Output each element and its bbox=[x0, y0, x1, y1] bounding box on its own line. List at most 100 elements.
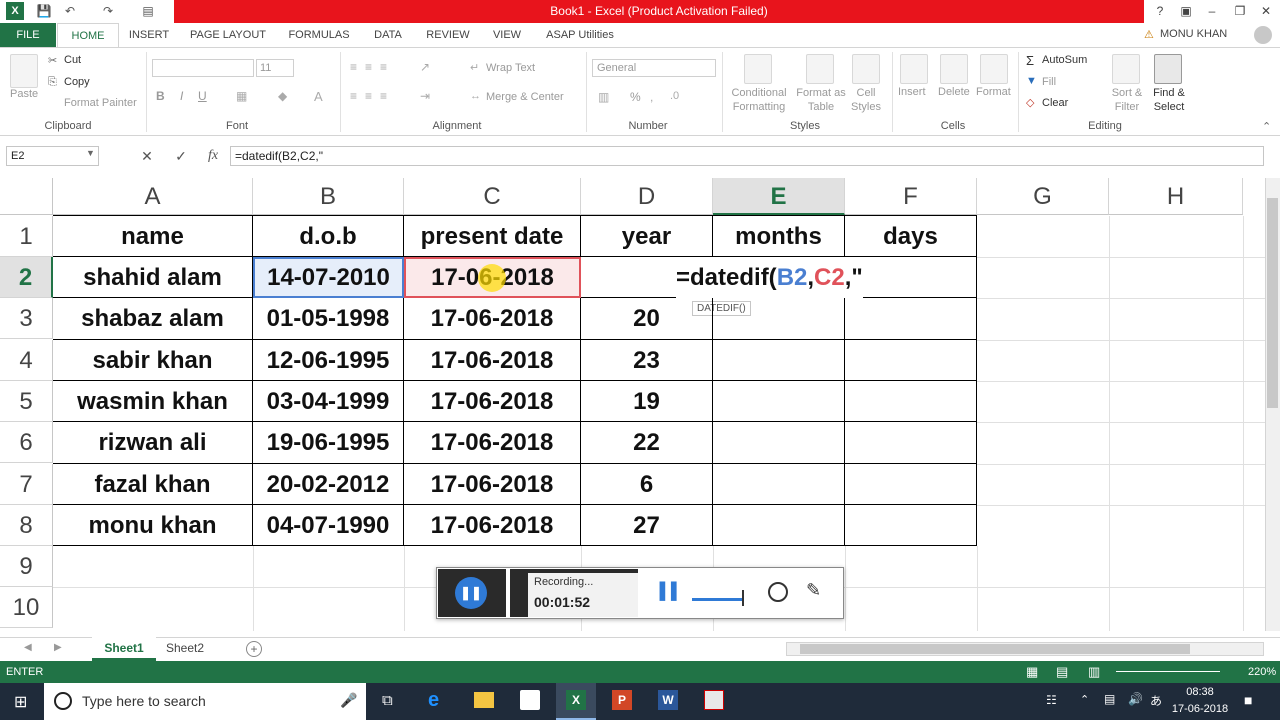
clear-button[interactable]: Clear bbox=[1042, 97, 1068, 109]
currency-icon[interactable]: ▥ bbox=[598, 90, 609, 104]
table-cell-months[interactable] bbox=[713, 340, 845, 381]
number-format-select[interactable]: General bbox=[592, 59, 716, 77]
store-icon[interactable] bbox=[520, 690, 540, 710]
fill-button[interactable]: Fill bbox=[1042, 76, 1056, 88]
wrap-text-button[interactable]: Wrap Text bbox=[486, 62, 535, 74]
pause-button[interactable]: ❚❚ bbox=[455, 577, 487, 609]
table-cell-name[interactable]: wasmin khan bbox=[53, 381, 253, 422]
table-cell-year[interactable]: 27 bbox=[581, 505, 713, 546]
tab-formulas[interactable]: FORMULAS bbox=[284, 23, 354, 47]
row-header-3[interactable]: 3 bbox=[0, 298, 53, 339]
tray-expand-icon[interactable]: ⌃ bbox=[1080, 693, 1089, 706]
column-header-f[interactable]: F bbox=[845, 178, 977, 215]
row-header-10[interactable]: 10 bbox=[0, 587, 53, 628]
taskbar-time[interactable]: 08:38 bbox=[1172, 686, 1228, 698]
row-header-9[interactable]: 9 bbox=[0, 546, 53, 587]
table-cell-year[interactable]: 23 bbox=[581, 340, 713, 381]
orientation-icon[interactable]: ↗ bbox=[420, 60, 430, 74]
row-header-1[interactable]: 1 bbox=[0, 216, 53, 257]
table-cell-name[interactable]: fazal khan bbox=[53, 464, 253, 505]
paste-icon[interactable] bbox=[10, 54, 38, 88]
name-box-dropdown-icon[interactable]: ▼ bbox=[86, 148, 95, 158]
header-cell-present-date[interactable]: present date bbox=[404, 216, 581, 257]
merge-center-button[interactable]: Merge & Center bbox=[486, 91, 564, 103]
tab-insert[interactable]: INSERT bbox=[124, 23, 174, 47]
task-view-icon[interactable]: ⧉ bbox=[382, 692, 393, 709]
add-sheet-icon[interactable]: + bbox=[246, 641, 262, 657]
bold-button[interactable]: B bbox=[156, 89, 165, 103]
fill-color-icon[interactable]: ◆ bbox=[278, 89, 287, 103]
page-break-view-icon[interactable]: ▥ bbox=[1088, 664, 1100, 680]
tab-view[interactable]: VIEW bbox=[488, 23, 526, 47]
undo-icon[interactable]: ↶ bbox=[62, 3, 78, 19]
column-header-a[interactable]: A bbox=[53, 178, 253, 215]
row-header-2[interactable]: 2 bbox=[0, 257, 53, 298]
table-cell-dob[interactable]: 03-04-1999 bbox=[253, 381, 404, 422]
table-cell-name[interactable]: monu khan bbox=[53, 505, 253, 546]
table-cell-days[interactable] bbox=[845, 381, 977, 422]
column-header-e[interactable]: E bbox=[713, 178, 845, 215]
redo-icon[interactable]: ↷ bbox=[100, 3, 116, 19]
sort-filter-button[interactable]: Sort & Filter bbox=[1104, 86, 1150, 114]
decimal-icon[interactable]: .0 bbox=[670, 90, 679, 102]
next-sheet-icon[interactable]: ▶ bbox=[54, 642, 62, 653]
table-cell-months[interactable] bbox=[713, 298, 845, 340]
comma-icon[interactable]: , bbox=[650, 90, 653, 104]
powerpoint-icon[interactable]: P bbox=[612, 690, 632, 710]
table-cell-present[interactable]: 17-06-2018 bbox=[404, 505, 581, 546]
language-icon[interactable]: あ bbox=[1150, 692, 1162, 709]
collapse-ribbon-icon[interactable]: ⌃ bbox=[1262, 120, 1271, 133]
table-cell-days[interactable] bbox=[845, 422, 977, 464]
delete-cells-icon[interactable] bbox=[940, 54, 968, 84]
horizontal-scroll-thumb[interactable] bbox=[800, 644, 1190, 654]
app-icon[interactable] bbox=[704, 690, 724, 710]
table-cell-dob[interactable]: 12-06-1995 bbox=[253, 340, 404, 381]
table-cell-name[interactable]: shabaz alam bbox=[53, 298, 253, 340]
insert-function-button[interactable]: fx bbox=[202, 146, 224, 166]
table-cell-year[interactable]: 20 bbox=[581, 298, 713, 340]
table-cell-dob[interactable]: 19-06-1995 bbox=[253, 422, 404, 464]
tab-asap-utilities[interactable]: ASAP Utilities bbox=[540, 23, 620, 47]
microphone-icon[interactable]: 🎤 bbox=[340, 692, 357, 709]
webcam-icon[interactable] bbox=[768, 582, 788, 602]
row-header-5[interactable]: 5 bbox=[0, 381, 53, 422]
column-header-d[interactable]: D bbox=[581, 178, 713, 215]
tab-home[interactable]: HOME bbox=[57, 23, 119, 47]
percent-button[interactable]: % bbox=[630, 90, 641, 104]
excel-icon[interactable]: X bbox=[566, 690, 586, 710]
cancel-entry-button[interactable]: ✕ bbox=[136, 146, 158, 166]
sheet-tab-sheet1[interactable]: Sheet1 bbox=[92, 637, 156, 661]
people-icon[interactable]: ☷ bbox=[1046, 693, 1057, 707]
audio-level-icon[interactable]: ▐▐ bbox=[654, 583, 677, 601]
format-table-icon[interactable] bbox=[806, 54, 834, 84]
header-cell-days[interactable]: days bbox=[845, 216, 977, 257]
column-header-c[interactable]: C bbox=[404, 178, 581, 215]
table-cell-present[interactable]: 17-06-2018 bbox=[404, 381, 581, 422]
tab-file[interactable]: FILE bbox=[0, 23, 56, 47]
column-header-g[interactable]: G bbox=[977, 178, 1109, 215]
tab-review[interactable]: REVIEW bbox=[422, 23, 474, 47]
word-icon[interactable]: W bbox=[658, 690, 678, 710]
borders-icon[interactable]: ▦ bbox=[236, 89, 247, 103]
find-select-button[interactable]: Find & Select bbox=[1146, 86, 1192, 114]
table-cell-dob-ref[interactable]: 14-07-2010 bbox=[253, 257, 404, 298]
table-cell-months[interactable] bbox=[713, 505, 845, 546]
table-cell-year[interactable]: 19 bbox=[581, 381, 713, 422]
insert-cells-button[interactable]: Insert bbox=[898, 86, 926, 98]
copy-button[interactable]: Copy bbox=[64, 76, 90, 88]
sort-filter-icon[interactable] bbox=[1112, 54, 1140, 84]
font-color-icon[interactable]: A bbox=[314, 89, 323, 104]
column-header-h[interactable]: H bbox=[1109, 178, 1243, 215]
formula-input[interactable]: =datedif(B2,C2," bbox=[230, 146, 1264, 166]
table-cell-dob[interactable]: 01-05-1998 bbox=[253, 298, 404, 340]
table-cell-days[interactable] bbox=[845, 464, 977, 505]
confirm-entry-button[interactable]: ✓ bbox=[170, 146, 192, 166]
delete-cells-button[interactable]: Delete bbox=[938, 86, 970, 98]
user-name[interactable]: MONU KHAN bbox=[1160, 28, 1227, 40]
table-cell-months[interactable] bbox=[713, 381, 845, 422]
vertical-align-icons[interactable]: ≡≡≡ bbox=[350, 60, 395, 74]
save-icon[interactable]: 💾 bbox=[36, 3, 52, 19]
header-cell-year[interactable]: year bbox=[581, 216, 713, 257]
avatar[interactable] bbox=[1254, 26, 1272, 44]
help-button[interactable]: ? bbox=[1146, 0, 1174, 23]
